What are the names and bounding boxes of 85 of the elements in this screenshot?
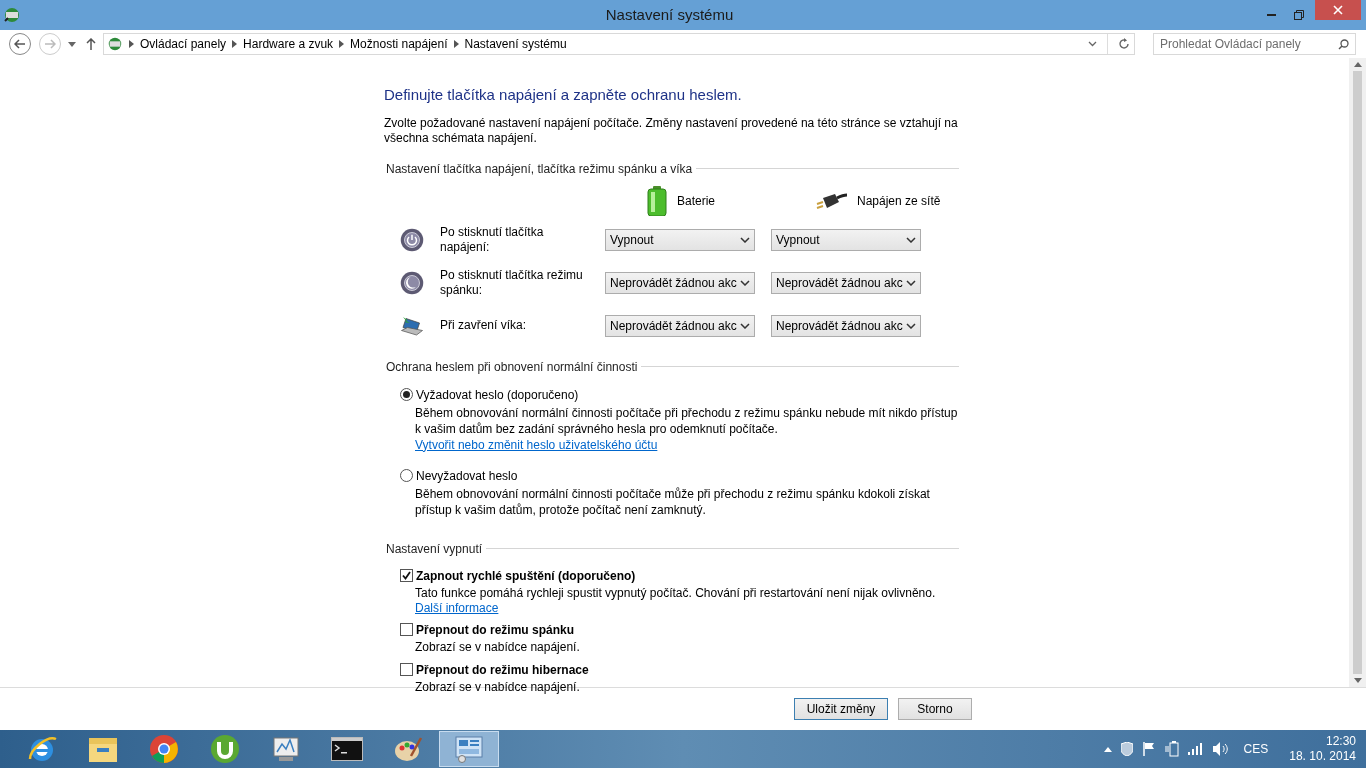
checkbox-label[interactable]: Přepnout do režimu spánku xyxy=(416,620,574,639)
battery-plug-icon[interactable] xyxy=(1164,741,1179,757)
page-description: Zvolte požadované nastavení napájení počítače. Změny nastavení provedené na této stránce se vztahují na všechna schémata napájení. xyxy=(384,115,959,146)
refresh-icon[interactable] xyxy=(1118,38,1130,50)
checkbox[interactable] xyxy=(400,569,413,582)
language-indicator[interactable]: CES xyxy=(1243,740,1269,758)
dropdown[interactable]: Neprovádět žádnou akc xyxy=(771,271,921,294)
chevron-down-icon xyxy=(906,279,916,286)
arrow-right-icon xyxy=(44,39,56,49)
control-panel-power-icon xyxy=(3,6,21,24)
section-title: Nastavení vypnutí xyxy=(385,540,483,558)
checkmark-icon xyxy=(402,571,411,580)
battery-icon xyxy=(647,185,667,216)
option-description: Tato funkce pomáhá rychleji spustit vypnutý počítač. Chování při restartování není nijak ovlivněno. xyxy=(415,584,937,601)
section-title: Nastavení tlačítka napájení, tlačítka režimu spánku a víka xyxy=(385,160,693,178)
chevron-right-icon xyxy=(232,40,238,48)
option-description: Zobrazí se v nabídce napájení. xyxy=(415,678,581,695)
checkbox-label[interactable]: Zapnout rychlé spuštění (doporučeno) xyxy=(416,566,636,585)
close-button[interactable] xyxy=(1315,0,1361,20)
caret-up-icon[interactable] xyxy=(1103,746,1112,752)
breadcrumb-item[interactable]: Nastavení systému xyxy=(464,35,567,53)
arrow-left-icon xyxy=(14,39,26,49)
address-bar[interactable]: Ovládací panely Hardware a zvuk Možnosti napájení Nastavení systému xyxy=(103,33,1135,55)
chevron-down-icon xyxy=(906,322,916,329)
caret-down-icon[interactable] xyxy=(1353,678,1362,683)
dropdown[interactable]: Vypnout xyxy=(771,228,921,251)
restore-icon xyxy=(1294,10,1304,20)
speaker-icon[interactable] xyxy=(1212,742,1229,756)
checkbox[interactable] xyxy=(400,663,413,676)
checkbox[interactable] xyxy=(400,623,413,636)
chevron-down-icon xyxy=(740,236,750,243)
chevron-right-icon xyxy=(339,40,345,48)
option-description: Zobrazí se v nabídce napájení. xyxy=(415,638,581,655)
chevron-down-icon xyxy=(740,279,750,286)
search-field[interactable]: Prohledat Ovládací panely xyxy=(1153,33,1356,55)
scrollbar-thumb[interactable] xyxy=(1353,71,1362,674)
close-icon xyxy=(1333,5,1343,15)
breadcrumb-item[interactable]: Hardware a zvuk xyxy=(243,35,334,53)
clock-time: 12:30 xyxy=(1325,734,1356,749)
dropdown[interactable]: Neprovádět žádnou akc xyxy=(771,314,921,337)
shield-icon[interactable] xyxy=(1120,742,1133,756)
flag-icon[interactable] xyxy=(1141,742,1156,756)
chevron-down-icon[interactable] xyxy=(1088,41,1097,47)
chrome-icon xyxy=(149,734,179,764)
signal-icon[interactable] xyxy=(1187,743,1204,755)
scrollbar[interactable] xyxy=(1349,58,1366,687)
breadcrumb-item[interactable]: Ovládací panely xyxy=(140,35,227,53)
section-title: Ochrana heslem při obnovení normální činnosti xyxy=(385,358,638,376)
cancel-button[interactable]: Storno xyxy=(898,698,972,720)
chevron-down-icon xyxy=(740,322,750,329)
setting-label: Při zavření víka: xyxy=(439,318,528,333)
column-heading: Napájen ze sítě xyxy=(857,192,941,210)
radio-button[interactable] xyxy=(400,388,413,401)
control-panel-power-icon xyxy=(107,36,123,52)
chevron-right-icon xyxy=(453,40,459,48)
torrent-icon xyxy=(210,734,240,764)
chevron-right-icon xyxy=(129,40,134,48)
clock-date: 18. 10. 2014 xyxy=(1289,749,1356,764)
caret-up-icon[interactable] xyxy=(1353,62,1362,67)
setting-label: Po stisknutí tlačítka napájení: xyxy=(439,224,545,255)
arrow-up-icon xyxy=(86,38,96,50)
dropdown[interactable]: Neprovádět žádnou akc xyxy=(605,314,755,337)
page-heading: Definujte tlačítka napájení a zapněte ochranu heslem. xyxy=(384,85,743,105)
breadcrumb-item[interactable]: Možnosti napájení xyxy=(350,35,448,53)
option-description: Během obnovování normální činnosti počítače při přechodu z režimu spánku nebude mít nikdo přístup k vašim datům bez zadání správného hesla pro odemknutí počítače. Vytvořit nebo změnit heslo uživatelského účtu xyxy=(415,404,959,453)
radio-button[interactable] xyxy=(400,469,413,482)
window-title: Nastavení systému xyxy=(605,4,734,25)
search-icon xyxy=(1338,38,1349,50)
radio-label[interactable]: Nevyžadovat heslo xyxy=(416,466,518,485)
caret-down-icon xyxy=(68,41,76,47)
column-heading: Baterie xyxy=(677,192,716,210)
checkbox-label[interactable]: Přepnout do režimu hibernace xyxy=(416,660,589,679)
chevron-down-icon xyxy=(906,236,916,243)
radio-label[interactable]: Vyžadovat heslo (doporučeno) xyxy=(416,385,579,404)
more-info-link[interactable]: Další informace xyxy=(415,600,499,615)
control-panel-icon xyxy=(454,735,484,763)
dropdown[interactable]: Vypnout xyxy=(605,228,755,251)
account-password-link[interactable]: Vytvořit nebo změnit heslo uživatelského účtu xyxy=(415,437,658,452)
setting-label: Po stisknutí tlačítka režimu spánku: xyxy=(439,267,584,298)
option-description: Během obnovování normální činnosti počítače může při přechodu z režimu spánku kdokoli získat přístup k vašim datům, protože počítač není zamknutý. xyxy=(415,485,931,518)
dropdown[interactable]: Neprovádět žádnou akc xyxy=(605,271,755,294)
clock[interactable]: 12:30 18. 10. 2014 xyxy=(1289,734,1356,764)
terminal-icon xyxy=(331,737,363,761)
monitor-icon xyxy=(271,734,301,764)
save-button[interactable]: Uložit změny xyxy=(794,698,888,720)
